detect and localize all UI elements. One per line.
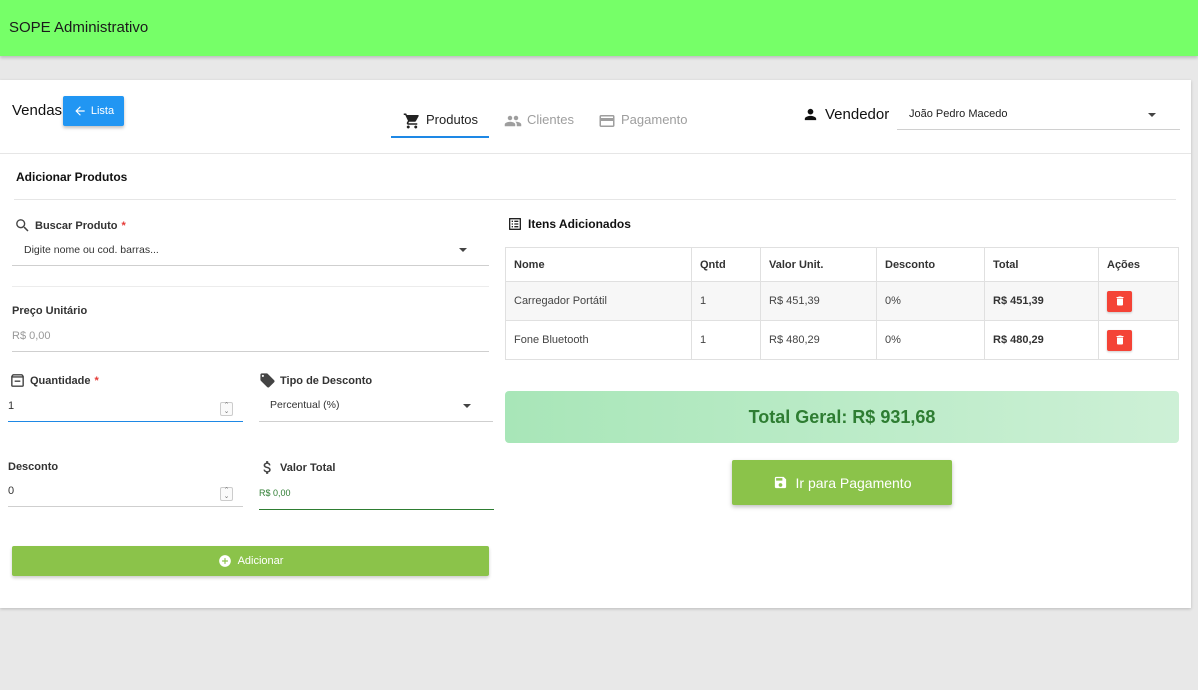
tab-pagamento[interactable]: Pagamento bbox=[598, 108, 688, 138]
add-products-title: Adicionar Produtos bbox=[16, 170, 128, 184]
table-row: Carregador Portátil 1 R$ 451,39 0% R$ 45… bbox=[505, 281, 1179, 321]
chevron-down-icon bbox=[463, 404, 471, 408]
discount-label: Desconto bbox=[8, 461, 58, 473]
section-divider bbox=[14, 199, 1176, 200]
cell-nome: Carregador Portátil bbox=[505, 281, 692, 321]
cell-total: R$ 480,29 bbox=[984, 320, 1099, 360]
stepper-arrows-icon[interactable]: ⌃ ⌄ bbox=[220, 487, 233, 501]
search-product-label-text: Buscar Produto bbox=[35, 219, 118, 232]
cell-desconto: 0% bbox=[876, 320, 985, 360]
tag-icon bbox=[260, 373, 275, 388]
trash-icon bbox=[1116, 335, 1123, 345]
items-title-text: Itens Adicionados bbox=[528, 217, 631, 231]
discount-label-text: Desconto bbox=[8, 461, 59, 473]
table-row: Fone Bluetooth 1 R$ 480,29 0% R$ 480,29 bbox=[505, 320, 1179, 360]
back-to-list-label: Lista bbox=[90, 105, 115, 117]
items-table: Nome Qntd Valor Unit. Desconto Total Açõ… bbox=[505, 247, 1179, 360]
person-icon bbox=[804, 108, 817, 121]
delete-button[interactable] bbox=[1107, 290, 1132, 312]
credit-card-icon bbox=[599, 115, 615, 127]
discount-value: 0 bbox=[8, 485, 15, 497]
col-nome: Nome bbox=[505, 247, 692, 282]
col-valor-unit: Valor Unit. bbox=[760, 247, 877, 282]
people-icon bbox=[504, 115, 522, 127]
unit-price-placeholder: R$ 0,00 bbox=[12, 330, 51, 342]
discount-type-label: Tipo de Desconto bbox=[259, 372, 372, 389]
total-value-label-text: Valor Total bbox=[280, 461, 336, 474]
unit-price-input[interactable]: R$ 0,00 bbox=[12, 330, 489, 352]
cell-acoes bbox=[1098, 320, 1179, 360]
quantity-stepper[interactable]: 1 ⌃ ⌄ bbox=[8, 400, 243, 422]
vendor-select[interactable]: João Pedro Macedo bbox=[897, 100, 1180, 130]
col-qntd: Qntd bbox=[691, 247, 761, 282]
vendor-select-value: João Pedro Macedo bbox=[909, 108, 1008, 120]
total-value-label: Valor Total bbox=[259, 459, 335, 476]
stepper-arrows-icon[interactable]: ⌃ ⌄ bbox=[220, 402, 233, 416]
app-topbar: SOPE Administrativo bbox=[0, 0, 1198, 56]
quantity-value: 1 bbox=[8, 400, 15, 412]
search-product-placeholder: Digite nome ou cod. barras... bbox=[24, 244, 159, 256]
search-product-select[interactable]: Digite nome ou cod. barras... bbox=[12, 240, 489, 266]
arrow-left-icon bbox=[75, 106, 85, 116]
dollar-icon bbox=[263, 461, 271, 474]
total-summary: Total Geral: R$ 931,68 bbox=[505, 391, 1179, 443]
cart-icon bbox=[403, 113, 419, 129]
cell-nome: Fone Bluetooth bbox=[505, 320, 692, 360]
total-value-field: R$ 0,00 bbox=[259, 488, 494, 510]
go-to-payment-button[interactable]: Ir para Pagamento bbox=[732, 460, 952, 505]
tab-pagamento-label: Pagamento bbox=[621, 112, 688, 127]
trash-icon bbox=[1116, 296, 1123, 306]
search-icon bbox=[16, 219, 29, 232]
required-mark: * bbox=[121, 219, 126, 232]
cell-total: R$ 451,39 bbox=[984, 281, 1099, 321]
vendor-label: Vendedor bbox=[802, 106, 889, 123]
items-title: Itens Adicionados bbox=[507, 216, 631, 232]
cell-valor: R$ 451,39 bbox=[760, 281, 877, 321]
header-divider bbox=[0, 153, 1191, 154]
cell-qntd: 1 bbox=[691, 281, 761, 321]
app-title: SOPE Administrativo bbox=[9, 19, 149, 36]
unit-price-label-text: Preço Unitário bbox=[12, 305, 88, 317]
table-header-row: Nome Qntd Valor Unit. Desconto Total Açõ… bbox=[505, 247, 1179, 282]
total-value: R$ 0,00 bbox=[259, 488, 291, 498]
field-divider bbox=[12, 286, 489, 287]
add-button[interactable]: Adicionar bbox=[12, 546, 489, 576]
tab-produtos-label: Produtos bbox=[426, 112, 479, 127]
cell-acoes bbox=[1098, 281, 1179, 321]
sales-card: Vendas Lista Produtos Clientes Pagamento… bbox=[0, 80, 1191, 608]
cell-desconto: 0% bbox=[876, 281, 985, 321]
col-acoes: Ações bbox=[1098, 247, 1179, 282]
chevron-down-icon bbox=[1148, 113, 1156, 117]
page-title: Vendas bbox=[12, 102, 63, 119]
save-icon bbox=[774, 476, 786, 489]
discount-type-select[interactable]: Percentual (%) bbox=[259, 396, 493, 422]
delete-button[interactable] bbox=[1107, 329, 1132, 351]
archive-icon bbox=[11, 374, 24, 387]
tab-clientes[interactable]: Clientes bbox=[504, 108, 574, 138]
total-summary-text: Total Geral: R$ 931,68 bbox=[748, 406, 936, 427]
add-circle-icon bbox=[218, 555, 231, 567]
chevron-down-icon bbox=[459, 248, 467, 252]
cell-qntd: 1 bbox=[691, 320, 761, 360]
discount-input[interactable]: 0 ⌃ ⌄ bbox=[8, 485, 243, 507]
tab-clientes-label: Clientes bbox=[527, 112, 574, 127]
col-total: Total bbox=[984, 247, 1099, 282]
discount-type-value: Percentual (%) bbox=[270, 399, 340, 411]
search-product-label: Buscar Produto * bbox=[14, 217, 126, 234]
unit-price-label: Preço Unitário bbox=[12, 305, 87, 317]
required-mark: * bbox=[94, 374, 99, 387]
back-to-list-button[interactable]: Lista bbox=[63, 96, 124, 126]
add-button-label: Adicionar bbox=[237, 555, 284, 567]
col-desconto: Desconto bbox=[876, 247, 985, 282]
quantity-label-text: Quantidade bbox=[30, 374, 91, 387]
quantity-label: Quantidade * bbox=[9, 372, 99, 389]
vendor-label-text: Vendedor bbox=[825, 106, 890, 123]
list-icon bbox=[509, 218, 521, 230]
tab-produtos[interactable]: Produtos bbox=[391, 108, 489, 138]
discount-type-label-text: Tipo de Desconto bbox=[280, 374, 373, 387]
go-to-payment-label: Ir para Pagamento bbox=[795, 474, 912, 491]
cell-valor: R$ 480,29 bbox=[760, 320, 877, 360]
